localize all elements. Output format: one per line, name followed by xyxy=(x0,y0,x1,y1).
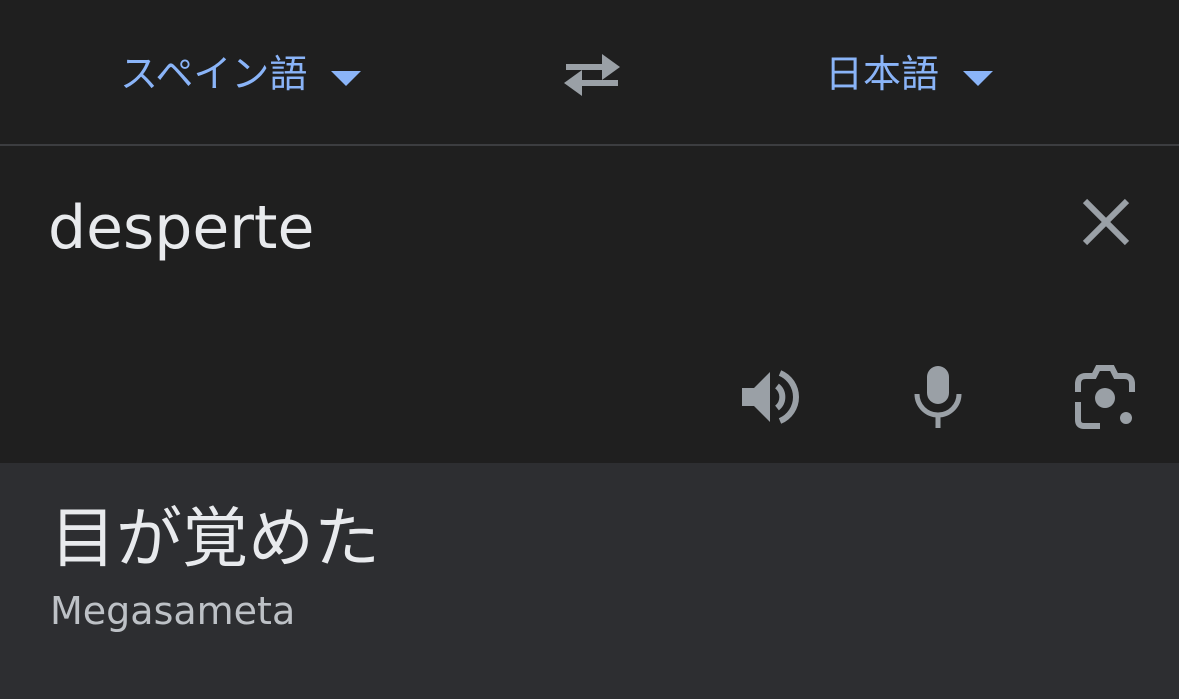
romanization-text: Megasameta xyxy=(50,589,296,633)
swap-languages-button[interactable] xyxy=(560,50,624,100)
clear-input-button[interactable] xyxy=(1080,196,1132,248)
source-input-area[interactable]: desperte xyxy=(0,146,1179,463)
voice-input-button[interactable] xyxy=(903,362,973,432)
target-language-selector[interactable]: 日本語 xyxy=(825,46,994,102)
source-language-selector[interactable]: スペイン語 xyxy=(120,46,362,102)
caret-down-icon xyxy=(331,70,362,86)
microphone-icon xyxy=(914,366,962,428)
language-bar: スペイン語 日本語 xyxy=(0,0,1179,146)
camera-lens-icon xyxy=(1075,365,1135,429)
source-text-input[interactable]: desperte xyxy=(48,192,314,264)
swap-arrows-icon xyxy=(564,54,620,96)
source-language-label: スペイン語 xyxy=(120,52,308,96)
translated-text: 目が覚めた xyxy=(50,500,380,577)
close-icon xyxy=(1082,198,1130,246)
camera-translate-button[interactable] xyxy=(1070,362,1140,432)
speaker-icon xyxy=(742,370,799,424)
target-language-label: 日本語 xyxy=(825,52,940,96)
translation-result: 目が覚めた Megasameta xyxy=(0,463,1179,699)
caret-down-icon xyxy=(963,70,994,86)
translate-app: スペイン語 日本語 desperte 目が覚めた Megasameta xyxy=(0,0,1179,699)
listen-button[interactable] xyxy=(736,362,806,432)
